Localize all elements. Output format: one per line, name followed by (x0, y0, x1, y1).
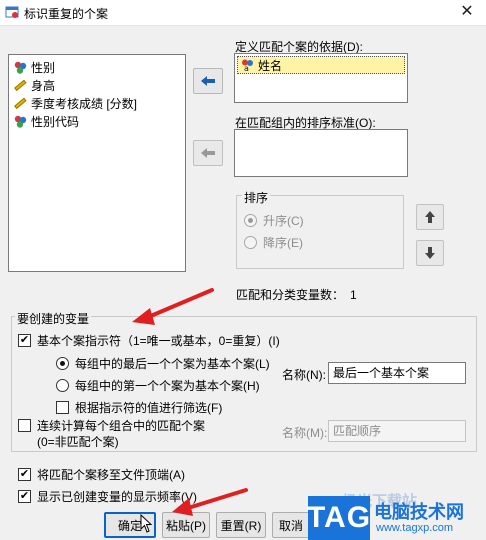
annotation-arrow-bottom (172, 488, 248, 516)
watermark-logo: TAG (307, 496, 370, 540)
watermark-site-name: 电脑技术网 (374, 502, 464, 522)
annotation-arrow-top (132, 288, 214, 325)
annotation-arrows (132, 288, 248, 516)
watermark-url: www.tagxp.com (376, 522, 454, 534)
